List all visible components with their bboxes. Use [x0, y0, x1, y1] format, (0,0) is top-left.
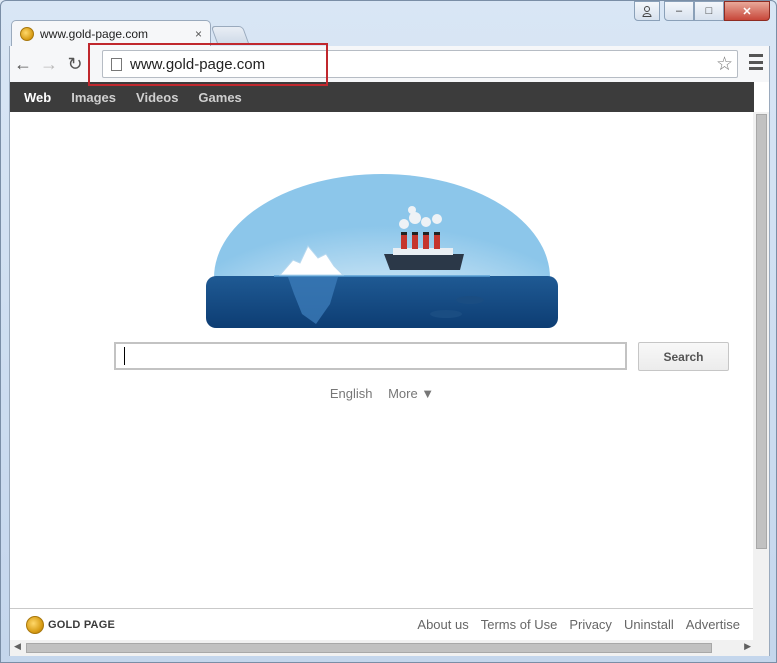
maximize-button[interactable]: □	[694, 1, 724, 21]
language-row: English More ▼	[10, 386, 754, 401]
top-navigation: Web Images Videos Games	[10, 82, 754, 112]
tab-close-icon[interactable]: ×	[195, 27, 202, 41]
gold-page-logo[interactable]: GOLD PAGE	[26, 615, 115, 634]
user-icon[interactable]	[634, 1, 660, 21]
browser-window: – □ ✕ www.gold-page.com × ← → ↻ www.gold…	[0, 0, 777, 663]
nav-games[interactable]: Games	[198, 90, 241, 105]
hero-illustration	[198, 174, 566, 328]
footer-link-about[interactable]: About us	[417, 617, 468, 632]
footer: GOLD PAGE About us Terms of Use Privacy …	[10, 608, 754, 640]
forward-icon[interactable]: →	[36, 51, 62, 77]
search-input[interactable]	[114, 342, 627, 370]
minimize-button[interactable]: –	[664, 1, 694, 21]
close-window-button[interactable]: ✕	[724, 1, 770, 21]
footer-link-privacy[interactable]: Privacy	[569, 617, 612, 632]
footer-link-uninstall[interactable]: Uninstall	[624, 617, 674, 632]
nav-images[interactable]: Images	[71, 90, 116, 105]
language-more[interactable]: More ▼	[388, 386, 434, 401]
horizontal-scrollbar[interactable]: ◀ ▶	[10, 640, 769, 656]
footer-links: About us Terms of Use Privacy Uninstall …	[417, 617, 740, 632]
new-tab-button[interactable]	[210, 26, 250, 44]
bookmark-star-icon[interactable]: ☆	[716, 53, 733, 76]
tab-title: www.gold-page.com	[40, 27, 149, 41]
language-english[interactable]: English	[330, 386, 373, 401]
sea	[206, 276, 558, 328]
text-caret	[124, 347, 125, 365]
window-controls: – □ ✕	[634, 1, 770, 21]
nav-web[interactable]: Web	[24, 90, 51, 105]
scroll-left-icon[interactable]: ◀	[14, 641, 21, 652]
logo-text: GOLD PAGE	[48, 618, 115, 631]
nav-videos[interactable]: Videos	[136, 90, 178, 105]
url-highlight-box	[88, 43, 328, 86]
horizontal-scrollbar-thumb[interactable]	[26, 643, 712, 653]
vertical-scrollbar-thumb[interactable]	[756, 114, 767, 549]
menu-icon[interactable]	[749, 54, 763, 70]
footer-link-advertise[interactable]: Advertise	[686, 617, 740, 632]
search-button[interactable]: Search	[638, 342, 729, 371]
back-icon[interactable]: ←	[10, 51, 36, 77]
vertical-scrollbar[interactable]	[753, 112, 769, 642]
gold-coin-icon	[20, 27, 34, 41]
gold-coin-icon	[26, 615, 44, 634]
reload-icon[interactable]: ↻	[62, 51, 88, 77]
footer-link-terms[interactable]: Terms of Use	[481, 617, 558, 632]
page-viewport: Web Images Videos Games Search English M…	[9, 82, 770, 656]
scroll-right-icon[interactable]: ▶	[744, 641, 751, 652]
